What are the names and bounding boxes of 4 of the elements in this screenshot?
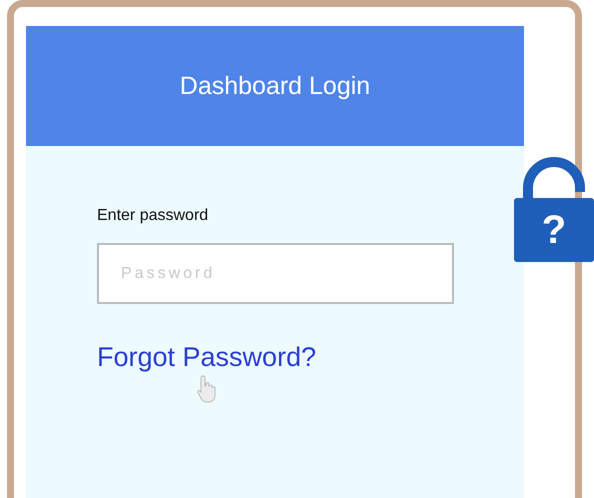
header-title: Dashboard Login	[180, 72, 370, 100]
forgot-password-link[interactable]: Forgot Password?	[97, 342, 316, 373]
field-label: Enter password	[97, 207, 208, 225]
question-mark: ?	[542, 208, 566, 252]
